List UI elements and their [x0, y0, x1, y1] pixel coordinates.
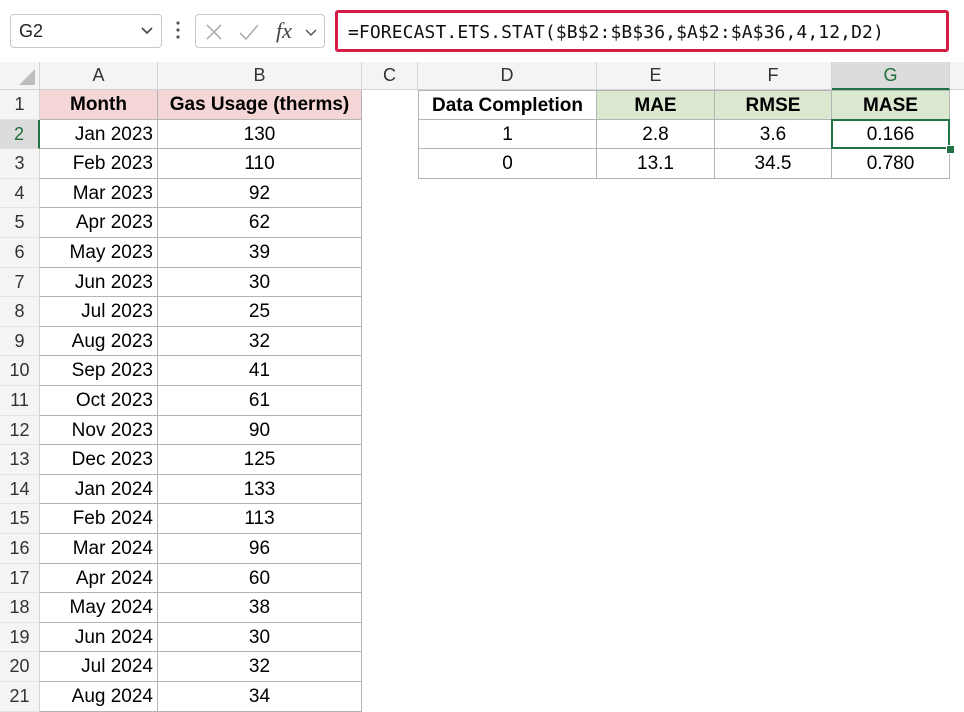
cell-month[interactable]: Nov 2023 [40, 415, 158, 446]
cell-month[interactable]: Jun 2023 [40, 267, 158, 298]
column-header-d[interactable]: D [418, 62, 597, 90]
cell-gas-usage[interactable]: 60 [158, 563, 362, 594]
cell-month[interactable]: May 2023 [40, 238, 158, 268]
cell-gas-usage[interactable]: 113 [158, 504, 362, 534]
formula-input[interactable]: =FORECAST.ETS.STAT($B$2:$B$36,$A$2:$A$36… [335, 10, 949, 52]
row-header-3[interactable]: 3 [0, 149, 40, 179]
cell-month[interactable]: Jun 2024 [40, 622, 158, 653]
cell-gas-usage[interactable]: 38 [158, 593, 362, 623]
row-header-9[interactable]: 9 [0, 326, 40, 357]
cell-rmse[interactable]: 34.5 [715, 149, 832, 179]
row-header-6[interactable]: 6 [0, 238, 40, 268]
header-mase[interactable]: MASE [832, 90, 950, 120]
cell-mae[interactable]: 2.8 [597, 119, 715, 150]
row-header-17[interactable]: 17 [0, 563, 40, 594]
row-header-21[interactable]: 21 [0, 682, 40, 712]
cell-gas-usage[interactable]: 90 [158, 415, 362, 446]
cell-mase[interactable]: 0.166 [832, 119, 950, 150]
cell-month[interactable]: Apr 2024 [40, 563, 158, 594]
cell-month[interactable]: May 2024 [40, 593, 158, 623]
formula-buttons: fx [195, 14, 325, 48]
cell-month[interactable]: Jul 2024 [40, 652, 158, 682]
select-all-corner[interactable] [0, 62, 40, 90]
column-header-e[interactable]: E [597, 62, 715, 90]
cell-month[interactable]: Jan 2024 [40, 474, 158, 505]
row-header-1[interactable]: 1 [0, 90, 40, 120]
row-header-10[interactable]: 10 [0, 356, 40, 386]
row-header-16[interactable]: 16 [0, 534, 40, 564]
row-header-4[interactable]: 4 [0, 178, 40, 209]
header-mae[interactable]: MAE [597, 90, 715, 120]
formula-text[interactable]: =FORECAST.ETS.STAT($B$2:$B$36,$A$2:$A$36… [348, 22, 884, 43]
header-data-completion[interactable]: Data Completion [418, 90, 597, 120]
cell-month[interactable]: Mar 2023 [40, 178, 158, 209]
row-header-8[interactable]: 8 [0, 297, 40, 327]
row-header-18[interactable]: 18 [0, 593, 40, 623]
column-header-a[interactable]: A [40, 62, 158, 90]
header-month[interactable]: Month [40, 90, 158, 120]
column-header-c[interactable]: C [362, 62, 418, 90]
cell-data-completion[interactable]: 0 [418, 149, 597, 179]
cell-month[interactable]: Dec 2023 [40, 445, 158, 475]
cell-rmse[interactable]: 3.6 [715, 119, 832, 150]
cell-gas-usage[interactable]: 30 [158, 622, 362, 653]
cell-gas-usage[interactable]: 61 [158, 386, 362, 416]
cell-month[interactable]: Aug 2023 [40, 326, 158, 357]
cell-gas-usage[interactable]: 34 [158, 682, 362, 712]
row-header-11[interactable]: 11 [0, 386, 40, 416]
cell-month[interactable]: Jan 2023 [40, 119, 158, 150]
spreadsheet-grid: A B C D E F G 1 2 3 4 5 6 7 8 9 10 11 12 13 14 15 16 17 18 19 20 21… [0, 62, 964, 712]
name-box-value: G2 [19, 21, 44, 41]
column-header-g[interactable]: G [832, 62, 950, 90]
cell-gas-usage[interactable]: 32 [158, 652, 362, 682]
header-gas-usage[interactable]: Gas Usage (therms) [158, 90, 362, 120]
cell-gas-usage[interactable]: 39 [158, 238, 362, 268]
row-header-15[interactable]: 15 [0, 504, 40, 534]
cancel-icon[interactable] [204, 22, 224, 42]
cell-gas-usage[interactable]: 25 [158, 297, 362, 327]
select-all-triangle-icon [19, 69, 35, 85]
row-header-19[interactable]: 19 [0, 622, 40, 653]
cell-mase[interactable]: 0.780 [832, 149, 950, 179]
cell-gas-usage[interactable]: 125 [158, 445, 362, 475]
row-header-7[interactable]: 7 [0, 267, 40, 298]
cell-gas-usage[interactable]: 32 [158, 326, 362, 357]
column-header-filler [950, 62, 964, 90]
cell-month[interactable]: Feb 2023 [40, 149, 158, 179]
enter-check-icon[interactable] [238, 22, 260, 42]
cell-month[interactable]: Oct 2023 [40, 386, 158, 416]
chevron-down-icon[interactable] [304, 25, 318, 39]
more-options-icon[interactable] [175, 19, 181, 41]
fill-handle[interactable] [946, 145, 955, 155]
cell-gas-usage[interactable]: 41 [158, 356, 362, 386]
row-header-14[interactable]: 14 [0, 474, 40, 505]
cell-month[interactable]: Apr 2023 [40, 208, 158, 238]
header-rmse[interactable]: RMSE [715, 90, 832, 120]
cell-month[interactable]: Feb 2024 [40, 504, 158, 534]
cell-gas-usage[interactable]: 130 [158, 119, 362, 150]
insert-function-icon[interactable]: fx [276, 18, 292, 44]
cell-gas-usage[interactable]: 96 [158, 534, 362, 564]
cell-month[interactable]: Jul 2023 [40, 297, 158, 327]
cell-month[interactable]: Sep 2023 [40, 356, 158, 386]
column-header-f[interactable]: F [715, 62, 832, 90]
cell-month[interactable]: Aug 2024 [40, 682, 158, 712]
row-header-13[interactable]: 13 [0, 445, 40, 475]
row-header-5[interactable]: 5 [0, 208, 40, 238]
cell-month[interactable]: Mar 2024 [40, 534, 158, 564]
cell-gas-usage[interactable]: 110 [158, 149, 362, 179]
cell-mae[interactable]: 13.1 [597, 149, 715, 179]
formula-bar-area: G2 fx =FORECAST.ETS.STAT($B$2:$B$36,$A$2… [0, 0, 964, 62]
row-header-20[interactable]: 20 [0, 652, 40, 682]
row-header-2[interactable]: 2 [0, 119, 40, 150]
row-header-12[interactable]: 12 [0, 415, 40, 446]
cell-gas-usage[interactable]: 133 [158, 474, 362, 505]
cell-gas-usage[interactable]: 30 [158, 267, 362, 298]
name-box[interactable]: G2 [10, 14, 162, 48]
cell-gas-usage[interactable]: 62 [158, 208, 362, 238]
chevron-down-icon[interactable] [139, 22, 155, 38]
column-header-b[interactable]: B [158, 62, 362, 90]
cell-data-completion[interactable]: 1 [418, 119, 597, 150]
cell-gas-usage[interactable]: 92 [158, 178, 362, 209]
